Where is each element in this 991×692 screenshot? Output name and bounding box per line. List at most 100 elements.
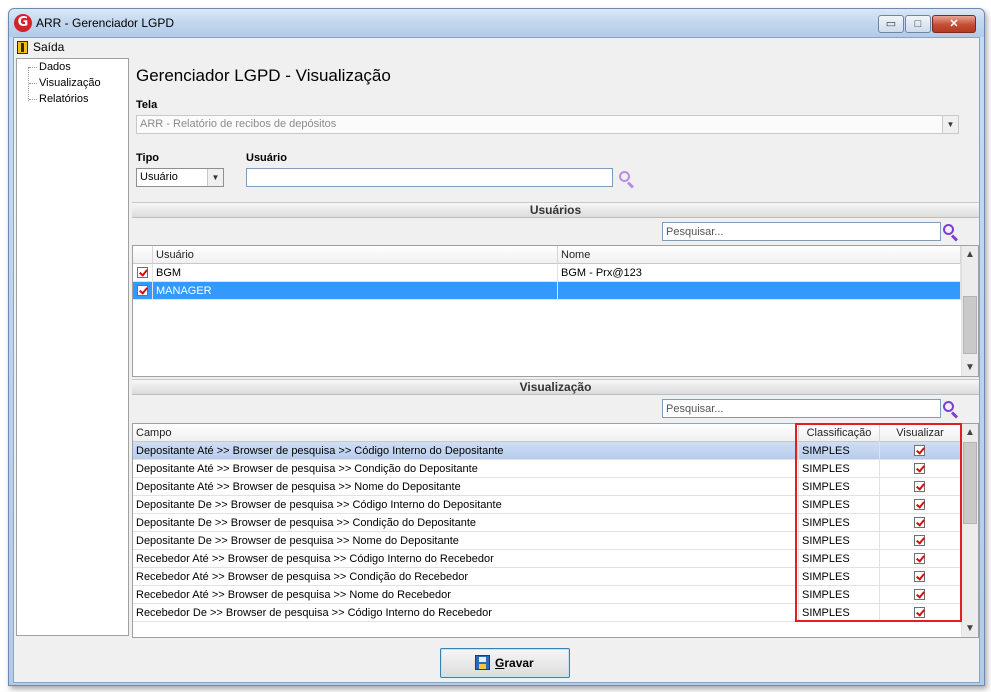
- view-grid: Campo Classificação Visualizar Depositan…: [132, 423, 979, 638]
- user-search-icon[interactable]: [618, 170, 635, 189]
- maximize-button[interactable]: □: [905, 15, 931, 33]
- view-row-field: Recebedor De >> Browser de pesquisa >> C…: [133, 604, 799, 622]
- users-grid-header: Usuário Nome: [133, 246, 961, 264]
- view-row-field: Depositante Até >> Browser de pesquisa >…: [133, 442, 799, 460]
- view-row-checkbox[interactable]: [914, 517, 925, 528]
- view-row-visualize-cell: [880, 604, 961, 622]
- view-search-icon[interactable]: [942, 400, 959, 419]
- chevron-down-icon[interactable]: ▼: [207, 169, 223, 186]
- user-row-user: BGM: [153, 264, 558, 282]
- scroll-down-icon[interactable]: ▼: [962, 359, 978, 376]
- view-row[interactable]: Depositante De >> Browser de pesquisa >>…: [133, 514, 961, 532]
- view-scroll-thumb[interactable]: [963, 442, 977, 524]
- users-grid: Usuário Nome BGM BGM - Prx@123 MANAGER ▲ ▼: [132, 245, 979, 377]
- title-bar[interactable]: G ARR - Gerenciador LGPD ▭ □ ✕: [9, 9, 984, 37]
- view-row-classification: SIMPLES: [799, 496, 880, 514]
- screen-label: Tela: [136, 99, 158, 111]
- view-row[interactable]: Recebedor De >> Browser de pesquisa >> C…: [133, 604, 961, 622]
- view-row[interactable]: Recebedor Até >> Browser de pesquisa >> …: [133, 586, 961, 604]
- screen-select[interactable]: ARR - Relatório de recibos de depósitos …: [136, 115, 959, 134]
- users-search-input[interactable]: Pesquisar...: [662, 222, 941, 241]
- view-row[interactable]: Recebedor Até >> Browser de pesquisa >> …: [133, 568, 961, 586]
- type-select-value: Usuário: [140, 171, 178, 183]
- tree-item-visualizacao[interactable]: Visualização: [29, 77, 101, 89]
- view-row-field: Depositante Até >> Browser de pesquisa >…: [133, 460, 799, 478]
- save-button[interactable]: Gravar: [440, 648, 570, 678]
- user-row[interactable]: BGM BGM - Prx@123: [133, 264, 961, 282]
- view-row-visualize-cell: [880, 586, 961, 604]
- view-row-classification: SIMPLES: [799, 550, 880, 568]
- view-section-header: Visualização: [132, 379, 979, 395]
- view-row-classification: SIMPLES: [799, 532, 880, 550]
- view-search-input[interactable]: Pesquisar...: [662, 399, 941, 418]
- view-row-checkbox[interactable]: [914, 481, 925, 492]
- exit-door-icon: [17, 41, 28, 54]
- user-label: Usuário: [246, 152, 287, 164]
- view-row-checkbox[interactable]: [914, 607, 925, 618]
- view-column-classification[interactable]: Classificação: [799, 424, 880, 442]
- view-row-field: Depositante De >> Browser de pesquisa >>…: [133, 514, 799, 532]
- user-row-check-cell: [133, 282, 153, 300]
- save-button-label: Gravar: [495, 656, 534, 670]
- view-row-visualize-cell: [880, 532, 961, 550]
- view-row[interactable]: Depositante De >> Browser de pesquisa >>…: [133, 496, 961, 514]
- user-row-name: [558, 282, 961, 300]
- user-input[interactable]: [246, 168, 613, 187]
- users-scrollbar[interactable]: ▲ ▼: [961, 246, 978, 376]
- users-search-icon[interactable]: [942, 223, 959, 242]
- users-scroll-thumb[interactable]: [963, 296, 977, 354]
- view-row[interactable]: Depositante De >> Browser de pesquisa >>…: [133, 532, 961, 550]
- view-scrollbar[interactable]: ▲ ▼: [961, 424, 978, 637]
- users-column-user[interactable]: Usuário: [153, 246, 558, 264]
- scroll-up-icon[interactable]: ▲: [962, 246, 978, 263]
- view-row-classification: SIMPLES: [799, 514, 880, 532]
- view-row-field: Depositante De >> Browser de pesquisa >>…: [133, 532, 799, 550]
- page-title: Gerenciador LGPD - Visualização: [136, 66, 391, 85]
- view-row-visualize-cell: [880, 478, 961, 496]
- view-row-visualize-cell: [880, 514, 961, 532]
- view-row-checkbox[interactable]: [914, 535, 925, 546]
- view-row-field: Recebedor Até >> Browser de pesquisa >> …: [133, 568, 799, 586]
- view-row-field: Recebedor Até >> Browser de pesquisa >> …: [133, 586, 799, 604]
- user-row-name: BGM - Prx@123: [558, 264, 961, 282]
- view-column-field[interactable]: Campo: [133, 424, 799, 442]
- view-row-classification: SIMPLES: [799, 460, 880, 478]
- client-area: Saída Dados Visualização Relatórios Gere…: [13, 37, 980, 683]
- view-row-checkbox[interactable]: [914, 463, 925, 474]
- user-row[interactable]: MANAGER: [133, 282, 961, 300]
- view-row-checkbox[interactable]: [914, 589, 925, 600]
- view-row-field: Depositante De >> Browser de pesquisa >>…: [133, 496, 799, 514]
- exit-menu-item[interactable]: Saída: [17, 40, 64, 55]
- main-content: Gerenciador LGPD - Visualização Tela ARR…: [132, 58, 979, 638]
- view-row[interactable]: Recebedor Até >> Browser de pesquisa >> …: [133, 550, 961, 568]
- view-row-checkbox[interactable]: [914, 445, 925, 456]
- view-row[interactable]: Depositante Até >> Browser de pesquisa >…: [133, 478, 961, 496]
- scroll-down-icon[interactable]: ▼: [962, 620, 978, 637]
- view-row-visualize-cell: [880, 496, 961, 514]
- view-column-visualize[interactable]: Visualizar: [880, 424, 961, 442]
- view-row-checkbox[interactable]: [914, 499, 925, 510]
- scroll-up-icon[interactable]: ▲: [962, 424, 978, 441]
- type-select[interactable]: Usuário ▼: [136, 168, 224, 187]
- view-row-visualize-cell: [880, 442, 961, 460]
- navigation-tree: Dados Visualização Relatórios: [16, 58, 129, 636]
- view-row-visualize-cell: [880, 550, 961, 568]
- view-row-checkbox[interactable]: [914, 553, 925, 564]
- exit-menu-label: Saída: [33, 40, 65, 54]
- view-row-field: Depositante Até >> Browser de pesquisa >…: [133, 478, 799, 496]
- tree-item-dados[interactable]: Dados: [29, 61, 71, 73]
- view-row[interactable]: Depositante Até >> Browser de pesquisa >…: [133, 442, 961, 460]
- user-row-checkbox[interactable]: [137, 285, 148, 296]
- chevron-down-icon[interactable]: ▼: [942, 116, 958, 133]
- tree-connector: [28, 67, 29, 101]
- floppy-disk-icon: [475, 655, 490, 670]
- view-row[interactable]: Depositante Até >> Browser de pesquisa >…: [133, 460, 961, 478]
- users-grid-check-header: [133, 246, 153, 264]
- users-column-name[interactable]: Nome: [558, 246, 961, 264]
- minimize-button[interactable]: ▭: [878, 15, 904, 33]
- app-logo-icon: G: [14, 14, 32, 32]
- tree-item-relatorios[interactable]: Relatórios: [29, 93, 89, 105]
- close-button[interactable]: ✕: [932, 15, 976, 33]
- user-row-checkbox[interactable]: [137, 267, 148, 278]
- view-row-checkbox[interactable]: [914, 571, 925, 582]
